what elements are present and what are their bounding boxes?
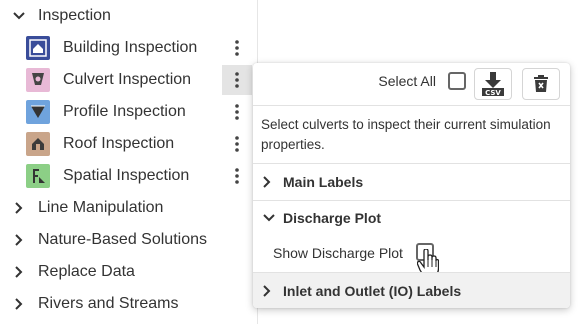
- building-icon: [26, 36, 50, 60]
- culvert-icon: [26, 68, 50, 92]
- divider: [253, 163, 570, 164]
- tree-item-label: Profile Inspection: [63, 103, 186, 120]
- tree-item-spatial-inspection[interactable]: Spatial Inspection: [0, 160, 258, 192]
- chevron-down-icon: [263, 214, 277, 222]
- tree-group-label: Nature-Based Solutions: [38, 231, 207, 248]
- tree-item-label: Building Inspection: [63, 39, 198, 56]
- show-discharge-plot-label: Show Discharge Plot: [273, 245, 403, 261]
- chevron-right-icon: [8, 298, 30, 310]
- tree-group-line-manipulation[interactable]: Line Manipulation: [0, 192, 258, 224]
- chevron-right-icon: [263, 284, 277, 297]
- section-main-labels[interactable]: Main Labels: [253, 166, 570, 198]
- tree-item-label: Culvert Inspection: [63, 71, 192, 88]
- tool-tree-panel: Inspection Building Inspection Culvert I…: [0, 0, 258, 324]
- more-options-icon[interactable]: [222, 161, 252, 191]
- tree-group-label: Line Manipulation: [38, 199, 164, 216]
- chevron-down-icon: [8, 12, 30, 20]
- chevron-right-icon: [263, 176, 277, 188]
- chevron-right-icon: [8, 234, 30, 246]
- spatial-icon: [26, 164, 50, 188]
- select-all-label: Select All: [378, 73, 436, 89]
- chevron-right-icon: [8, 202, 30, 214]
- more-options-icon[interactable]: [222, 65, 252, 95]
- more-options-icon[interactable]: [222, 33, 252, 63]
- more-options-icon[interactable]: [222, 129, 252, 159]
- delete-button[interactable]: [522, 68, 560, 100]
- divider: [253, 200, 570, 201]
- tree-item-culvert-inspection[interactable]: Culvert Inspection: [0, 64, 258, 96]
- tree-group-replace-data[interactable]: Replace Data: [0, 256, 258, 288]
- trash-icon: [534, 75, 548, 92]
- popup-toolbar: Select All CSV: [253, 63, 570, 105]
- section-discharge-plot[interactable]: Discharge Plot: [253, 202, 570, 234]
- download-csv-icon: CSV: [482, 72, 504, 97]
- show-discharge-plot-row: Show Discharge Plot: [273, 243, 403, 263]
- tree-item-roof-inspection[interactable]: Roof Inspection: [0, 128, 258, 160]
- divider: [253, 105, 570, 106]
- tree-group-label: Replace Data: [38, 263, 135, 280]
- svg-text:CSV: CSV: [485, 89, 501, 97]
- tree-item-label: Roof Inspection: [63, 135, 175, 152]
- app-stage: Inspection Building Inspection Culvert I…: [0, 0, 584, 324]
- tree-item-building-inspection[interactable]: Building Inspection: [0, 32, 258, 64]
- section-title: Discharge Plot: [283, 210, 382, 226]
- more-options-icon[interactable]: [222, 97, 252, 127]
- tree-item-label: Spatial Inspection: [63, 167, 190, 184]
- roof-icon: [26, 132, 50, 156]
- culvert-options-popup: Select All CSV Select culverts to inspec…: [253, 63, 570, 308]
- tree-item-profile-inspection[interactable]: Profile Inspection: [0, 96, 258, 128]
- tree-group-nature-based-solutions[interactable]: Nature-Based Solutions: [0, 224, 258, 256]
- tree-group-label: Inspection: [38, 7, 111, 24]
- tree-group-label: Rivers and Streams: [38, 295, 179, 312]
- download-csv-button[interactable]: CSV: [474, 68, 512, 100]
- tree-group-inspection[interactable]: Inspection: [0, 0, 258, 32]
- profile-icon: [26, 100, 50, 124]
- popup-description: Select culverts to inspect their current…: [261, 117, 551, 152]
- chevron-right-icon: [8, 266, 30, 278]
- section-inlet-outlet-labels[interactable]: Inlet and Outlet (IO) Labels: [253, 273, 570, 308]
- select-all-checkbox[interactable]: [448, 72, 466, 90]
- section-title: Main Labels: [283, 174, 364, 190]
- tree-group-rivers-and-streams[interactable]: Rivers and Streams: [0, 288, 258, 320]
- section-title: Inlet and Outlet (IO) Labels: [283, 282, 462, 299]
